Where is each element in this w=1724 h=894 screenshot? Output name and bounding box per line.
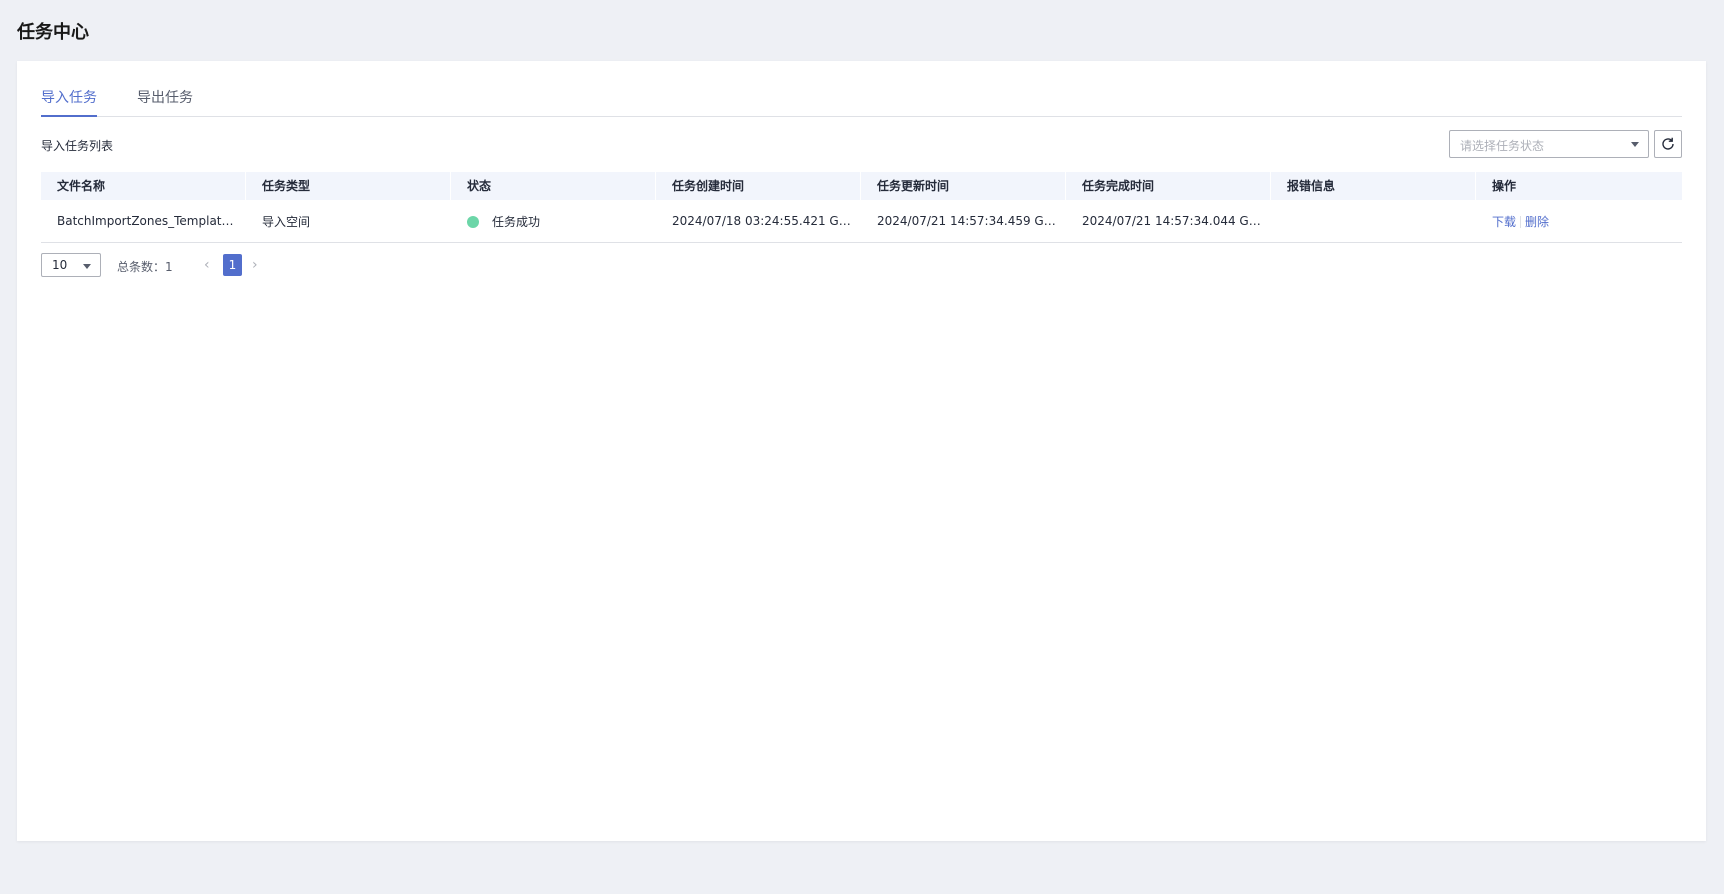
cell-status: 任务成功 xyxy=(451,213,656,230)
pagination-page-1[interactable]: 1 xyxy=(223,254,242,276)
table-header: 文件名称 任务类型 状态 任务创建时间 任务更新时间 任务完成时间 报错信息 操… xyxy=(41,172,1682,200)
list-title: 导入任务列表 xyxy=(41,139,114,153)
column-header-actions: 操作 xyxy=(1492,179,1517,193)
column-header-created-time: 任务创建时间 xyxy=(656,172,861,200)
total-count: 总条数：1 xyxy=(117,260,173,274)
tab-export-tasks[interactable]: 导出任务 xyxy=(137,87,195,117)
task-status-select[interactable]: 请选择任务状态 xyxy=(1449,130,1649,158)
action-divider xyxy=(1520,215,1522,228)
column-header-task-type: 任务类型 xyxy=(246,172,451,200)
table-row: BatchImportZones_Template.... 导入空间 任务成功 … xyxy=(41,200,1682,243)
download-link[interactable]: 下载 xyxy=(1492,215,1516,229)
column-header-status: 状态 xyxy=(451,172,656,200)
cell-completed-time: 2024/07/21 14:57:34.044 GM... xyxy=(1082,214,1271,228)
column-header-completed-time: 任务完成时间 xyxy=(1066,172,1271,200)
cell-file-name: BatchImportZones_Template.... xyxy=(57,214,245,228)
refresh-icon xyxy=(1662,137,1674,150)
column-header-error-info: 报错信息 xyxy=(1271,172,1476,200)
chevron-left-icon[interactable]: ‹ xyxy=(204,257,210,273)
caret-down-icon xyxy=(83,264,91,269)
cell-updated-time: 2024/07/21 14:57:34.459 GM... xyxy=(877,214,1066,228)
chevron-right-icon[interactable]: › xyxy=(252,257,258,273)
cell-task-type: 导入空间 xyxy=(262,214,311,229)
status-text: 任务成功 xyxy=(492,214,541,229)
tab-bar: 导入任务 导出任务 xyxy=(41,61,1682,117)
tab-import-tasks[interactable]: 导入任务 xyxy=(41,87,97,117)
task-table: 文件名称 任务类型 状态 任务创建时间 任务更新时间 任务完成时间 报错信息 操… xyxy=(41,172,1682,243)
delete-link[interactable]: 删除 xyxy=(1525,215,1549,229)
column-header-file-name: 文件名称 xyxy=(41,172,246,200)
page-title: 任务中心 xyxy=(17,22,89,43)
caret-down-icon xyxy=(1631,142,1639,147)
cell-created-time: 2024/07/18 03:24:55.421 GM... xyxy=(672,214,861,228)
page-size-value: 10 xyxy=(52,258,68,272)
refresh-button[interactable] xyxy=(1654,130,1682,158)
status-success-icon xyxy=(467,215,479,228)
cell-actions: 下载 删除 xyxy=(1476,213,1682,230)
column-header-updated-time: 任务更新时间 xyxy=(861,172,1066,200)
content-card: 导入任务 导出任务 导入任务列表 请选择任务状态 文件名称 任务类型 状态 任务… xyxy=(17,61,1706,841)
task-status-placeholder: 请选择任务状态 xyxy=(1460,139,1545,153)
page-size-select[interactable]: 10 xyxy=(41,253,101,277)
